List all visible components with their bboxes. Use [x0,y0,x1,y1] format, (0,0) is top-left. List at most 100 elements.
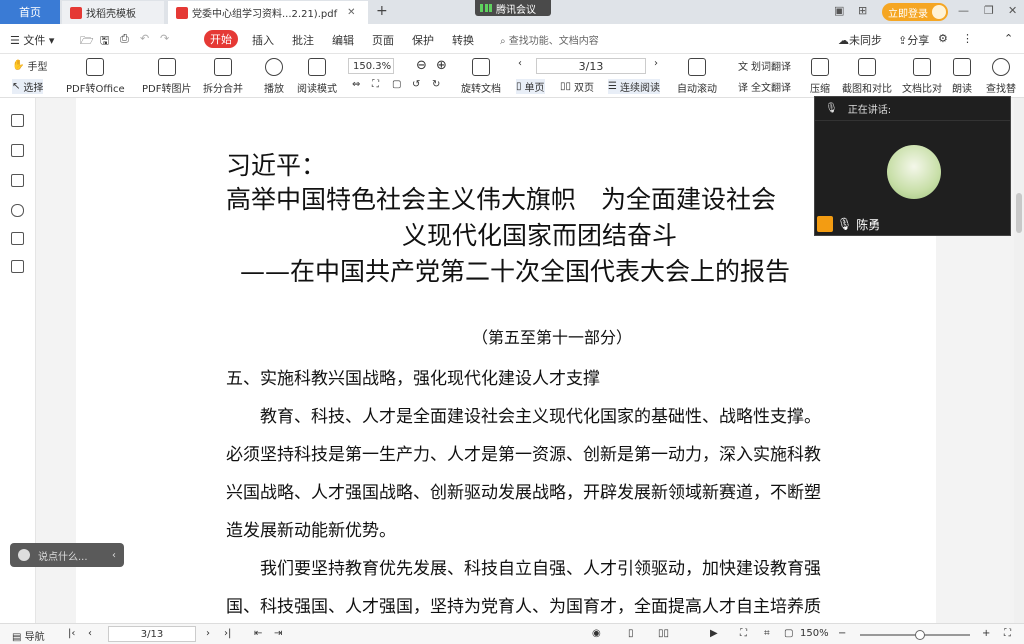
doc-title-line2: 义现代化国家而团结奋斗 [402,221,678,250]
bookmark-icon[interactable] [11,114,24,127]
zoom-in-icon[interactable]: ⊕ [436,58,447,73]
next-page-status-icon[interactable]: › [206,628,210,639]
menu-page[interactable]: 页面 [372,32,394,48]
vertical-scrollbar[interactable] [1014,98,1024,623]
menu-edit[interactable]: 编辑 [332,32,354,48]
menu-start[interactable]: 开始 [204,30,238,48]
eye-icon[interactable]: ◉ [592,628,601,639]
fit-width-icon[interactable]: ⇔ [352,79,360,90]
open-icon[interactable]: 🗁 [80,32,94,51]
nav-button[interactable]: ▤ 导航 [12,628,45,643]
find-replace-button[interactable]: 查找替 [986,58,1016,95]
actual-size-status-icon[interactable]: ▢ [784,628,793,639]
rotate-right-icon[interactable]: ↻ [432,79,440,90]
chat-input[interactable]: 说点什么... ‹ [10,543,124,567]
scrollbar-thumb[interactable] [1016,193,1022,233]
zoom-slider[interactable] [860,630,970,640]
first-page-icon[interactable]: |‹ [68,628,75,639]
single-page-button[interactable]: ▯ 单页 [516,79,545,94]
zoom-field[interactable]: 150.3% [348,58,394,74]
close-icon[interactable]: ✕ [347,7,355,18]
close-window-icon[interactable]: ✕ [1008,4,1017,17]
pdf-to-image-button[interactable]: PDF转图片 [142,58,191,95]
prev-page-icon[interactable]: ‹ [518,58,522,69]
login-button[interactable]: 立即登录 [882,3,948,21]
menu-insert[interactable]: 插入 [252,32,274,48]
layers-icon[interactable] [11,260,24,273]
read-mode-button[interactable]: 阅读模式 [297,58,337,95]
tab-home[interactable]: 首页 [0,0,60,24]
select-tool[interactable]: ↖ 选择 [12,79,44,94]
screenshot-button[interactable]: 截图和对比 [842,58,892,95]
zoom-slider-knob[interactable] [915,630,925,640]
actual-size-icon[interactable]: ▢ [392,79,401,90]
meeting-video-panel[interactable]: 🎙 正在讲话: 🎙 陈勇 [814,96,1011,236]
page-field[interactable]: 3/13 [536,58,646,74]
double-page-status-icon[interactable]: ▯▯ [658,628,669,639]
undo-icon[interactable]: ↶ [140,32,149,45]
zoom-out-status-icon[interactable]: − [838,628,846,639]
pdf-to-office-button[interactable]: PDF转Office [66,58,125,95]
menu-protect[interactable]: 保护 [412,32,434,48]
tab-bar: 首页 找稻壳模板 党委中心组学习资料...2.21).pdf ✕ + 腾讯会议 … [0,0,1024,24]
fit-page-icon[interactable]: ⛶ [372,79,379,90]
crop-icon[interactable]: ⌗ [764,628,770,639]
search-box[interactable]: ⌕ 查找功能、文档内容 [500,32,599,47]
screenshot-icon [858,58,876,76]
restore-icon[interactable]: ❐ [984,4,994,17]
unsynced-button[interactable]: ☁未同步 [838,32,882,48]
pdf-page: 习近平： 高举中国特色社会主义伟大旗帜 为全面建设社会 义现代化国家而团结奋斗 … [76,98,936,623]
redo-icon[interactable]: ↷ [160,32,169,45]
prev-page-status-icon[interactable]: ‹ [88,628,92,639]
comment-icon[interactable] [11,174,24,187]
rotate-doc-button[interactable]: 旋转文档 [461,58,501,95]
share-button[interactable]: ⇪分享 [898,32,929,48]
thumbnail-icon[interactable] [11,144,24,157]
layout-icon[interactable]: ▣ [834,4,844,17]
meeting-badge[interactable]: 腾讯会议 [475,0,551,16]
grid-icon[interactable]: ⊞ [858,4,867,17]
single-page-status-icon[interactable]: ▯ [628,628,634,639]
auto-scroll-button[interactable]: 自动滚动 [677,58,717,95]
emoji-icon[interactable] [18,549,30,561]
full-translate-button[interactable]: 译全文翻译 [738,79,791,94]
attachment-icon[interactable] [11,204,24,217]
word-translate-button[interactable]: 文划词翻译 [738,58,791,73]
forward-icon[interactable]: ⇥ [274,628,282,639]
print-icon[interactable]: ⎙ [120,32,129,46]
zoom-out-icon[interactable]: ⊖ [416,58,427,73]
menu-annotate[interactable]: 批注 [292,32,314,48]
hand-tool[interactable]: ✋ 手型 [12,58,47,73]
save-icon[interactable]: 🖫 [100,32,109,51]
menu-file[interactable]: ☰ 文件 ▾ [10,32,54,48]
zoom-in-status-icon[interactable]: + [982,628,990,639]
compare-button[interactable]: 文档比对 [902,58,942,95]
continuous-icon: ☰ [608,81,617,92]
chevron-left-icon[interactable]: ‹ [112,550,116,561]
tab-document[interactable]: 党委中心组学习资料...2.21).pdf ✕ [168,1,368,24]
split-merge-button[interactable]: 拆分合并 [203,58,243,95]
menu-convert[interactable]: 转换 [452,32,474,48]
collapse-icon[interactable]: ⌃ [1004,32,1013,45]
minimize-icon[interactable]: — [958,4,969,17]
more-icon[interactable]: ⋮ [962,32,973,45]
double-page-button[interactable]: ▯▯ 双页 [560,79,594,94]
new-tab-button[interactable]: + [376,3,388,19]
play-button[interactable]: 播放 [264,58,284,95]
status-page-field[interactable]: 3/13 [108,626,196,642]
next-page-icon[interactable]: › [654,58,658,69]
last-page-icon[interactable]: ›| [224,628,231,639]
zoom-level[interactable]: 150% [800,628,829,639]
fit-status-icon[interactable]: ⛶ [740,628,747,639]
fullscreen-icon[interactable]: ⛶ [1004,628,1011,639]
cursor-icon: ↖ [12,81,21,92]
back-icon[interactable]: ⇤ [254,628,262,639]
continuous-read-button[interactable]: ☰ 连续阅读 [608,79,660,94]
rotate-left-icon[interactable]: ↺ [412,79,420,90]
signature-icon[interactable] [11,232,24,245]
read-aloud-button[interactable]: 朗读 [952,58,972,95]
tab-template[interactable]: 找稻壳模板 [62,1,164,24]
compress-button[interactable]: 压缩 [810,58,830,95]
play-status-icon[interactable]: ▶ [710,628,718,639]
settings-icon[interactable]: ⚙ [938,32,948,45]
